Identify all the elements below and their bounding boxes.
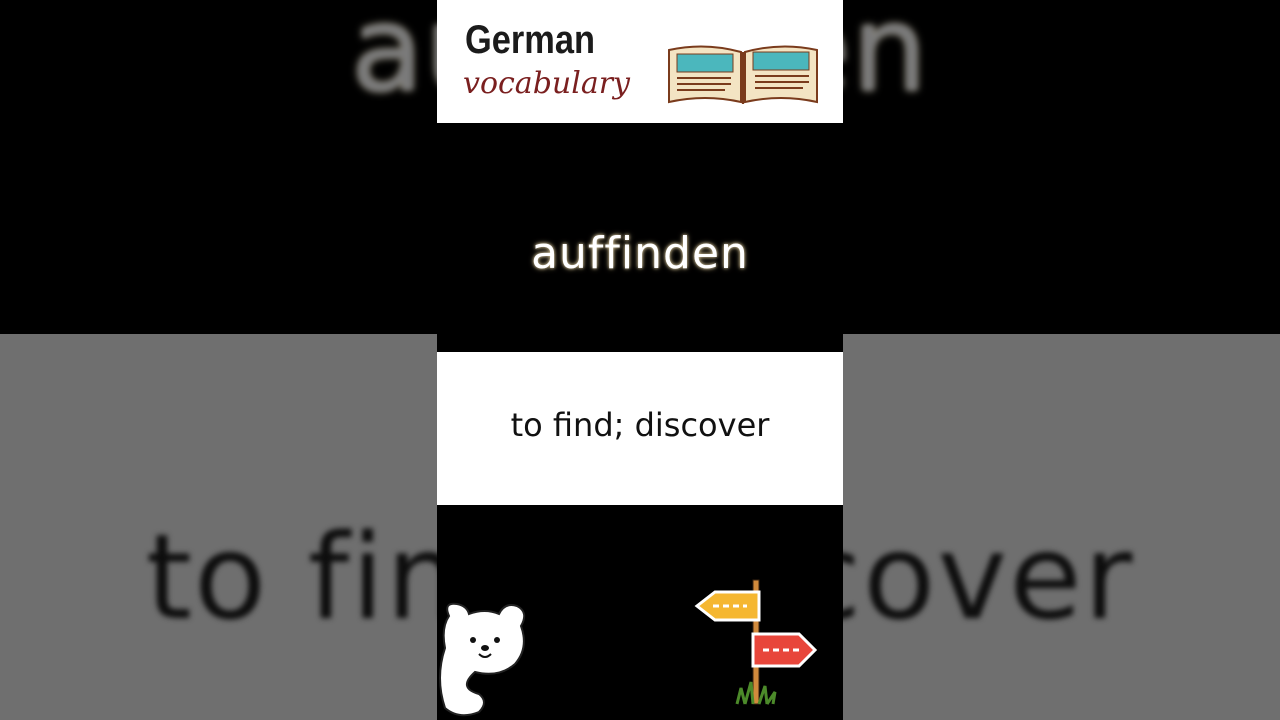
subtitle: vocabulary: [463, 66, 630, 101]
title: German: [465, 18, 596, 62]
meaning-panel: to find; discover: [437, 352, 843, 505]
header-banner: German vocabulary: [437, 0, 843, 123]
english-meaning: to find; discover: [510, 406, 770, 444]
video-frame[interactable]: German vocabulary auffinden to find; dis…: [437, 0, 843, 720]
open-book-icon: [668, 45, 818, 104]
bear-icon: [439, 602, 526, 717]
signpost-icon: [694, 579, 818, 705]
german-word: auffinden: [531, 228, 749, 279]
word-panel: auffinden: [437, 124, 843, 352]
